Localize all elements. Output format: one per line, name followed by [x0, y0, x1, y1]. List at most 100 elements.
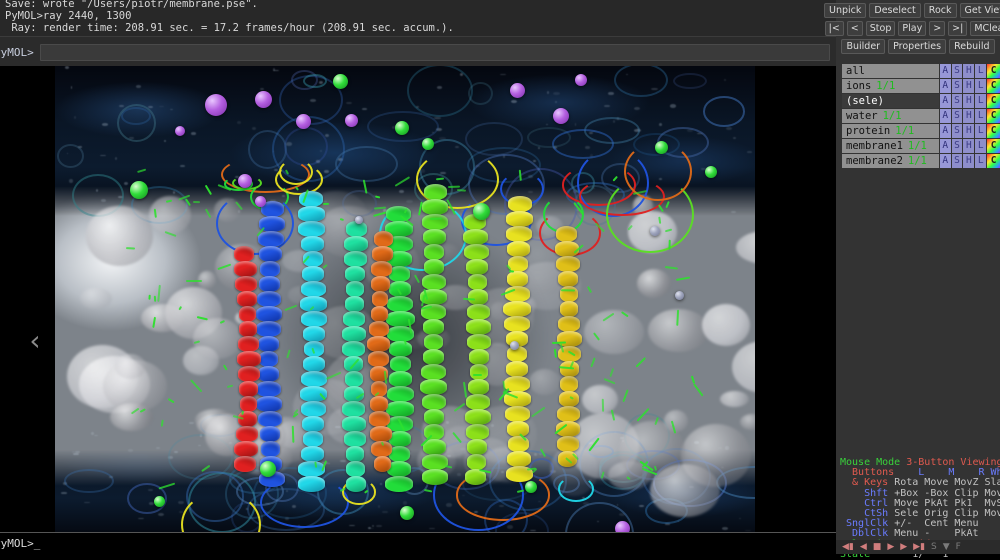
- console-output: Save: wrote "/Users/piotr/membrane.pse".…: [0, 0, 836, 36]
- object-control-a[interactable]: A: [940, 79, 951, 93]
- movie-forward-icon[interactable]: ▶: [900, 541, 907, 553]
- object-control-l[interactable]: L: [975, 139, 986, 153]
- object-name-sele[interactable]: (sele): [842, 94, 939, 108]
- object-row[interactable]: membrane21/1ASHLC: [842, 154, 1000, 168]
- rock-button[interactable]: Rock: [924, 3, 957, 18]
- command-input[interactable]: [40, 44, 830, 61]
- object-control-s[interactable]: S: [952, 124, 963, 138]
- object-control-h[interactable]: H: [963, 154, 974, 168]
- object-control-a[interactable]: A: [940, 139, 951, 153]
- bottom-command-bar[interactable]: PyMOL>_: [0, 532, 836, 555]
- movie--button[interactable]: |<: [825, 21, 844, 36]
- object-row[interactable]: water1/1ASHLC: [842, 109, 1000, 123]
- object-control-l[interactable]: L: [975, 94, 986, 108]
- helix-turn: [560, 286, 578, 302]
- object-name-all[interactable]: all: [842, 64, 939, 78]
- builder-button[interactable]: Builder: [841, 39, 885, 54]
- chloride-ion: [400, 506, 414, 520]
- helix-turn: [342, 341, 365, 357]
- object-control-h[interactable]: H: [963, 139, 974, 153]
- object-control-l[interactable]: L: [975, 79, 986, 93]
- object-control-c[interactable]: C: [987, 79, 1000, 93]
- object-control-c[interactable]: C: [987, 94, 1000, 108]
- object-name-protein[interactable]: protein1/1: [842, 124, 939, 138]
- object-control-h[interactable]: H: [963, 94, 974, 108]
- 3d-viewport[interactable]: ‹ ›: [0, 66, 836, 532]
- object-control-c[interactable]: C: [987, 64, 1000, 78]
- object-control-c[interactable]: C: [987, 109, 1000, 123]
- object-name-water[interactable]: water1/1: [842, 109, 939, 123]
- chevron-left-icon[interactable]: ‹: [18, 324, 52, 358]
- helix-turn: [374, 456, 391, 472]
- helix-turn: [468, 379, 489, 395]
- object-row[interactable]: protein1/1ASHLC: [842, 124, 1000, 138]
- object-control-a[interactable]: A: [940, 94, 951, 108]
- helix-turn: [372, 291, 389, 307]
- object-row[interactable]: membrane11/1ASHLC: [842, 139, 1000, 153]
- object-name-membrane1[interactable]: membrane11/1: [842, 139, 939, 153]
- object-row[interactable]: allASHLC: [842, 64, 1000, 78]
- sodium-ion: [205, 94, 227, 116]
- object-control-l[interactable]: L: [975, 64, 986, 78]
- molecular-scene[interactable]: [55, 66, 755, 532]
- object-control-c[interactable]: C: [987, 154, 1000, 168]
- object-control-c[interactable]: C: [987, 139, 1000, 153]
- movie-mclear-button[interactable]: MClear: [970, 21, 1000, 36]
- object-control-s[interactable]: S: [952, 139, 963, 153]
- helix-turn: [558, 316, 580, 332]
- movie-play-button[interactable]: Play: [898, 21, 926, 36]
- object-control-l[interactable]: L: [975, 154, 986, 168]
- water-strand: [335, 146, 398, 182]
- helix-turn: [507, 271, 528, 287]
- object-row[interactable]: ions1/1ASHLC: [842, 79, 1000, 93]
- movie-menu-icon[interactable]: ▼: [943, 541, 950, 553]
- object-control-s[interactable]: S: [952, 64, 963, 78]
- helix-turn: [239, 321, 257, 337]
- helix-turn: [301, 311, 327, 327]
- movie-last-icon[interactable]: ▶▮: [913, 541, 925, 553]
- object-control-h[interactable]: H: [963, 79, 974, 93]
- helix-turn: [261, 441, 281, 457]
- object-control-h[interactable]: H: [963, 124, 974, 138]
- object-control-a[interactable]: A: [940, 154, 951, 168]
- unpick-button[interactable]: Unpick: [824, 3, 866, 18]
- object-control-h[interactable]: H: [963, 64, 974, 78]
- object-control-a[interactable]: A: [940, 109, 951, 123]
- helix-turn: [389, 446, 410, 462]
- object-control-s[interactable]: S: [952, 154, 963, 168]
- object-name-membrane2[interactable]: membrane21/1: [842, 154, 939, 168]
- water-highlight: [634, 107, 639, 110]
- movie-first-icon[interactable]: ◀▮: [842, 541, 854, 553]
- helix-turn: [304, 341, 324, 357]
- properties-button[interactable]: Properties: [888, 39, 946, 54]
- helix-turn: [301, 371, 327, 387]
- rebuild-button[interactable]: Rebuild: [949, 39, 994, 54]
- helix-turn: [506, 211, 533, 227]
- object-control-a[interactable]: A: [940, 124, 951, 138]
- object-control-s[interactable]: S: [952, 94, 963, 108]
- movie-play-icon[interactable]: ▶: [887, 541, 894, 553]
- movie-stop-icon[interactable]: ■: [873, 541, 882, 553]
- movie-rewind-icon[interactable]: ◀: [860, 541, 867, 553]
- deselect-button[interactable]: Deselect: [869, 3, 920, 18]
- object-control-l[interactable]: L: [975, 109, 986, 123]
- movie-stop-button[interactable]: Stop: [866, 21, 896, 36]
- movie--button[interactable]: >: [929, 21, 945, 36]
- surface-blob: [702, 304, 750, 346]
- chloride-ion: [260, 461, 276, 477]
- object-row[interactable]: (sele)ASHLC: [842, 94, 1000, 108]
- movie--button[interactable]: <: [847, 21, 863, 36]
- movie--button[interactable]: >|: [948, 21, 967, 36]
- object-control-a[interactable]: A: [940, 64, 951, 78]
- object-name-ions[interactable]: ions1/1: [842, 79, 939, 93]
- object-control-s[interactable]: S: [952, 109, 963, 123]
- get-view-button[interactable]: Get View: [960, 3, 1000, 18]
- object-control-c[interactable]: C: [987, 124, 1000, 138]
- object-control-l[interactable]: L: [975, 124, 986, 138]
- helix-turn: [503, 301, 531, 317]
- object-control-s[interactable]: S: [952, 79, 963, 93]
- movie-settings-icon[interactable]: S: [931, 541, 937, 553]
- movie-frame-icon[interactable]: F: [956, 541, 961, 553]
- helix-turn: [423, 229, 445, 245]
- object-control-h[interactable]: H: [963, 109, 974, 123]
